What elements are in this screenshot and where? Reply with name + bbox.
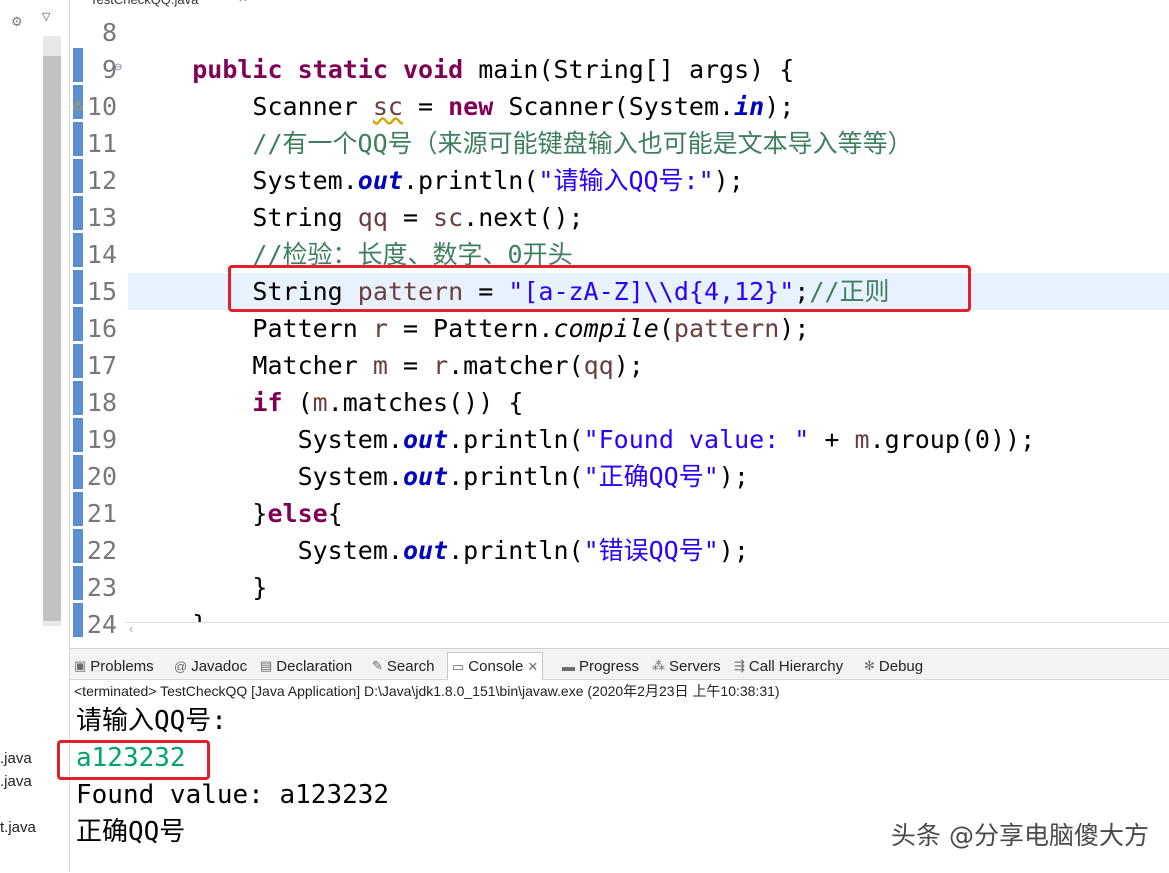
line-number: 20 — [86, 462, 117, 491]
tab-label: Debug — [878, 657, 924, 675]
horizontal-scrollbar[interactable]: ‹ — [125, 621, 1169, 639]
tab-search[interactable]: ✎ Search — [372, 655, 434, 677]
tab-label: Console — [468, 658, 524, 675]
line-number: 16 — [86, 314, 117, 343]
line-number: 11 — [86, 129, 117, 158]
left-scrollbar-thumb[interactable] — [43, 56, 61, 621]
view-menu-icon[interactable]: ▽ — [42, 10, 50, 23]
code-line-20: System.out.println("正确QQ号"); — [297, 462, 749, 491]
tab-problems[interactable]: ▣ Problems — [74, 655, 154, 677]
left-vertical-scrollbar[interactable] — [43, 36, 61, 626]
tab-label: Progress — [579, 657, 640, 675]
code-line-11: //有一个QQ号（来源可能键盘输入也可能是文本导入等等） — [252, 129, 913, 158]
change-ruler — [73, 48, 83, 638]
console-output-line: Found value: a123232 — [76, 780, 390, 810]
console-output-line: 请输入QQ号: — [76, 706, 227, 736]
code-line-17: Matcher m = r.matcher(qq); — [252, 351, 644, 380]
view-tab-bar: ▣ Problems @ Javadoc ▤ Declaration ✎ Search … — [70, 649, 1169, 680]
progress-icon: ▬ — [562, 658, 575, 674]
line-number: 23 — [86, 573, 117, 602]
console-icon: ▭ — [452, 658, 465, 674]
code-line-12: System.out.println("请输入QQ号:"); — [252, 166, 744, 195]
editor-tab[interactable]: TestCheckQQ.java — [70, 0, 198, 8]
javadoc-icon: @ — [174, 658, 188, 674]
servers-icon: ⁂ — [652, 658, 665, 673]
line-number: 13 — [86, 203, 117, 232]
warning-icon[interactable]: ⚠ — [72, 98, 84, 114]
search-icon: ✎ — [372, 658, 383, 673]
close-icon[interactable]: ✕ — [238, 0, 248, 5]
tab-call-hierarchy[interactable]: ⇶ Call Hierarchy — [734, 655, 843, 677]
line-number: 8 — [101, 18, 117, 47]
line-number: 10 — [86, 92, 117, 121]
console-status: <terminated> TestCheckQQ [Java Applicati… — [74, 683, 780, 699]
highlight-box-input — [57, 740, 210, 780]
debug-icon: ✻ — [864, 658, 875, 673]
close-icon[interactable]: ✕ — [527, 659, 538, 675]
tab-servers[interactable]: ⁂ Servers — [652, 655, 721, 677]
line-number: 22 — [86, 536, 117, 565]
tab-progress[interactable]: ▬ Progress — [562, 655, 639, 677]
code-line-22: System.out.println("错误QQ号"); — [297, 536, 749, 565]
line-number: 19 — [86, 425, 117, 454]
file-item[interactable]: .java — [0, 750, 32, 767]
tab-javadoc[interactable]: @ Javadoc — [174, 655, 247, 677]
tab-label: Javadoc — [191, 657, 248, 675]
line-number: 17 — [86, 351, 117, 380]
tab-label: Declaration — [276, 657, 353, 675]
scroll-left-icon[interactable]: ‹ — [129, 621, 133, 636]
tab-label: Call Hierarchy — [748, 657, 844, 675]
code-line-21: }else{ — [252, 499, 343, 528]
code-line-18: if (m.matches()) { — [252, 388, 524, 417]
code-line-10: Scanner sc = new Scanner(System.in); — [252, 92, 795, 121]
code-editor[interactable]: TestCheckQQ.java ✕ ⊖ ⚠ 8 9 10 11 12 13 1… — [70, 0, 1169, 640]
line-number: 12 — [86, 166, 117, 195]
package-explorer-icon[interactable]: ⚙ — [11, 14, 23, 30]
code-line-23: } — [252, 573, 268, 602]
tab-label: Search — [386, 657, 435, 675]
tab-label: Servers — [669, 657, 721, 675]
line-number: 18 — [86, 388, 117, 417]
declaration-icon: ▤ — [260, 658, 273, 673]
line-number: 21 — [86, 499, 117, 528]
line-number: 24 — [86, 610, 117, 639]
line-number: 15 — [86, 277, 117, 306]
tab-console[interactable]: ▭ Console ✕ — [447, 652, 544, 680]
tab-debug[interactable]: ✻ Debug — [864, 655, 923, 677]
code-line-19: System.out.println("Found value: " + m.g… — [297, 425, 1036, 454]
line-number: 9 — [101, 55, 117, 84]
code-line-13: String qq = sc.next(); — [252, 203, 584, 232]
file-item[interactable]: t.java — [0, 819, 36, 836]
watermark: 头条 @分享电脑傻大方 — [891, 821, 1149, 850]
code-line-9: public static void main(String[] args) { — [192, 55, 795, 84]
line-number: 14 — [86, 240, 117, 269]
call-hierarchy-icon: ⇶ — [734, 658, 745, 673]
file-item[interactable]: .java — [0, 773, 32, 790]
tab-label: Problems — [90, 657, 154, 675]
tab-declaration[interactable]: ▤ Declaration — [260, 655, 352, 677]
code-line-16: Pattern r = Pattern.compile(pattern); — [252, 314, 810, 343]
highlight-box-pattern — [228, 265, 971, 312]
console-output-line: 正确QQ号 — [76, 817, 186, 847]
problems-icon: ▣ — [74, 658, 87, 673]
